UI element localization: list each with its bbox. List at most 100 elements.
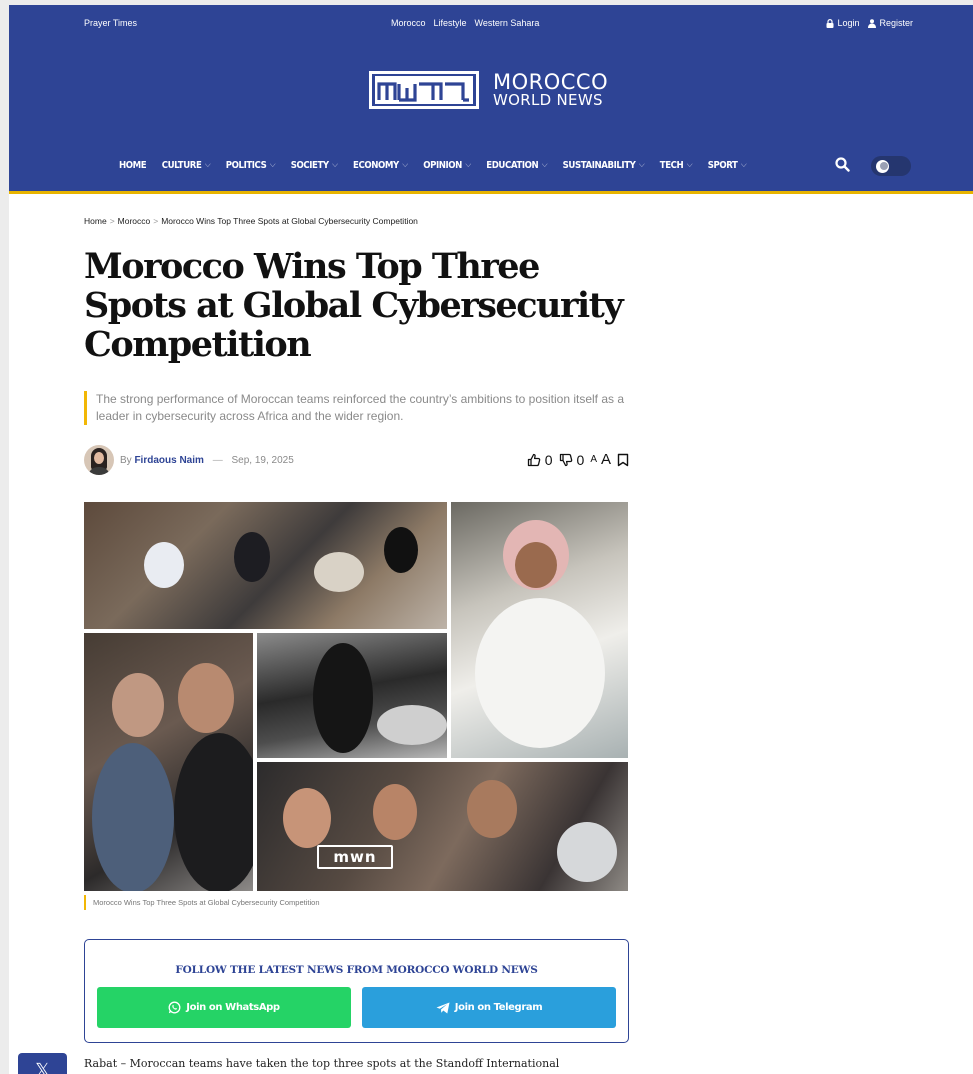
search-icon[interactable]: [835, 157, 850, 172]
nav-item-education[interactable]: EDUCATION ⌵: [486, 160, 547, 171]
follow-title: FOLLOW THE LATEST NEWS FROM MOROCCO WORL…: [175, 964, 538, 976]
logo-wordmark: MOROCCO WORLD NEWS: [493, 69, 609, 109]
nav-item-opinion[interactable]: OPINION ⌵: [423, 160, 471, 171]
nav-item-politics[interactable]: POLITICS ⌵: [225, 159, 276, 171]
nav-item-culture[interactable]: CULTURE ⌵: [162, 160, 211, 171]
breadcrumb-separator: >: [109, 216, 115, 226]
nav-item-sport[interactable]: SPORT ⌵: [708, 160, 747, 171]
logo-line-1: MOROCCO: [493, 69, 609, 94]
nav-label: EDUCATION: [486, 159, 539, 171]
breadcrumb: Home > Morocco > Morocco Wins Top Three …: [84, 216, 418, 226]
article-lead: Rabat – Moroccan teams have taken the to…: [84, 1057, 560, 1070]
watermark-text: mwn: [333, 848, 377, 866]
top-link-western-sahara[interactable]: Western Sahara: [475, 18, 540, 28]
mwn-watermark: mwn: [317, 845, 393, 869]
nav-label: HOME: [119, 159, 147, 171]
thumbs-down-icon: [559, 453, 572, 466]
prayer-times-link[interactable]: Prayer Times: [84, 18, 137, 28]
main-nav: HOME CULTURE ⌵ POLITICS ⌵ SOCIETY ⌵ ECONOMY…: [119, 157, 762, 173]
like-button[interactable]: 0: [527, 452, 553, 468]
meta-dash: —: [212, 455, 223, 466]
nav-label: OPINION: [423, 159, 462, 171]
nav-item-tech[interactable]: TECH ⌵: [659, 159, 693, 171]
breadcrumb-home[interactable]: Home: [84, 216, 107, 226]
photo-team-working: [257, 762, 628, 891]
photo-woman-laptop: [257, 633, 447, 758]
telegram-label: Join on Telegram: [454, 1002, 543, 1013]
font-size-big: A: [600, 451, 611, 468]
top-bar: Prayer Times Morocco Lifestyle Western S…: [9, 17, 973, 31]
account-links: Login Register: [826, 18, 913, 28]
top-links: Morocco Lifestyle Western Sahara: [391, 18, 539, 28]
author-name-link[interactable]: Firdaous Naim: [134, 455, 203, 466]
by-label: By: [120, 455, 132, 466]
nav-label: SPORT: [707, 159, 738, 171]
top-link-lifestyle[interactable]: Lifestyle: [434, 18, 467, 28]
nav-item-society[interactable]: SOCIETY ⌵: [291, 160, 338, 171]
chevron-down-icon: ⌵: [332, 160, 338, 170]
article-actions: 0 0 AA: [527, 451, 629, 468]
breadcrumb-separator: >: [153, 216, 159, 226]
publish-date: Sep, 19, 2025: [231, 455, 294, 466]
user-icon: [868, 18, 877, 28]
follow-box: FOLLOW THE LATEST NEWS FROM MOROCCO WORL…: [84, 939, 629, 1043]
thumbs-up-icon: [527, 453, 541, 466]
lock-icon: [826, 18, 834, 28]
breadcrumb-section[interactable]: Morocco: [118, 216, 151, 226]
chevron-down-icon: ⌵: [402, 160, 408, 170]
article-byline: By Firdaous Naim — Sep, 19, 2025 0 0 AA: [84, 445, 629, 477]
join-whatsapp-button[interactable]: Join on WhatsApp: [97, 987, 351, 1028]
like-count: 0: [544, 451, 553, 468]
font-size-button[interactable]: AA: [590, 451, 611, 468]
x-logo-icon: 𝕏: [35, 1060, 50, 1074]
chevron-down-icon: ⌵: [740, 160, 747, 170]
font-size-small: A: [590, 454, 597, 465]
chevron-down-icon: ⌵: [541, 160, 548, 170]
image-caption: Morocco Wins Top Three Spots at Global C…: [84, 895, 320, 910]
dislike-count: 0: [576, 451, 585, 468]
chevron-down-icon: ⌵: [465, 160, 471, 170]
login-link[interactable]: Login: [826, 18, 859, 28]
bookmark-button[interactable]: [617, 453, 629, 467]
nav-label: CULTURE: [161, 159, 202, 171]
whatsapp-label: Join on WhatsApp: [186, 1002, 280, 1013]
author-avatar[interactable]: [84, 445, 114, 475]
chevron-down-icon: ⌵: [686, 160, 693, 170]
register-link[interactable]: Register: [868, 18, 913, 28]
share-x-button[interactable]: 𝕏: [18, 1053, 67, 1074]
breadcrumb-current: Morocco Wins Top Three Spots at Global C…: [161, 216, 418, 226]
page: Prayer Times Morocco Lifestyle Western S…: [9, 5, 973, 1074]
nav-item-economy[interactable]: ECONOMY ⌵: [353, 160, 408, 171]
chevron-down-icon: ⌵: [638, 160, 645, 170]
featured-image[interactable]: mwn: [84, 502, 628, 891]
site-logo[interactable]: MOROCCO WORLD NEWS: [369, 71, 608, 109]
nav-label: SOCIETY: [290, 159, 329, 171]
mwn-logo-mark: [369, 71, 479, 109]
photo-analyst-keffiyeh: [451, 502, 628, 758]
nav-item-home[interactable]: HOME: [119, 159, 147, 171]
author-meta: By Firdaous Naim — Sep, 19, 2025: [120, 455, 294, 466]
photo-two-men-laptop: [84, 633, 253, 891]
login-label: Login: [837, 18, 860, 28]
article-subtitle: The strong performance of Moroccan teams…: [84, 391, 644, 425]
header-accent-line: [9, 191, 973, 194]
nav-label: SUSTAINABILITY: [562, 159, 636, 171]
dark-mode-toggle[interactable]: [871, 156, 911, 176]
chevron-down-icon: ⌵: [204, 160, 211, 170]
photo-team-meeting: [84, 502, 447, 629]
nav-label: TECH: [659, 159, 684, 171]
nav-item-sustainability[interactable]: SUSTAINABILITY ⌵: [563, 160, 645, 171]
top-link-morocco[interactable]: Morocco: [391, 18, 426, 28]
register-label: Register: [879, 18, 913, 28]
site-header: Prayer Times Morocco Lifestyle Western S…: [9, 5, 973, 191]
bookmark-icon: [617, 453, 629, 466]
article-title: Morocco Wins Top Three Spots at Global C…: [84, 246, 624, 365]
nav-label: ECONOMY: [353, 159, 399, 171]
telegram-icon: [436, 1002, 450, 1013]
join-telegram-button[interactable]: Join on Telegram: [362, 987, 616, 1028]
dislike-button[interactable]: 0: [559, 451, 585, 468]
nav-label: POLITICS: [225, 159, 267, 171]
logo-line-2: WORLD NEWS: [493, 90, 603, 109]
whatsapp-icon: [168, 1001, 181, 1014]
moon-icon: [876, 160, 889, 173]
